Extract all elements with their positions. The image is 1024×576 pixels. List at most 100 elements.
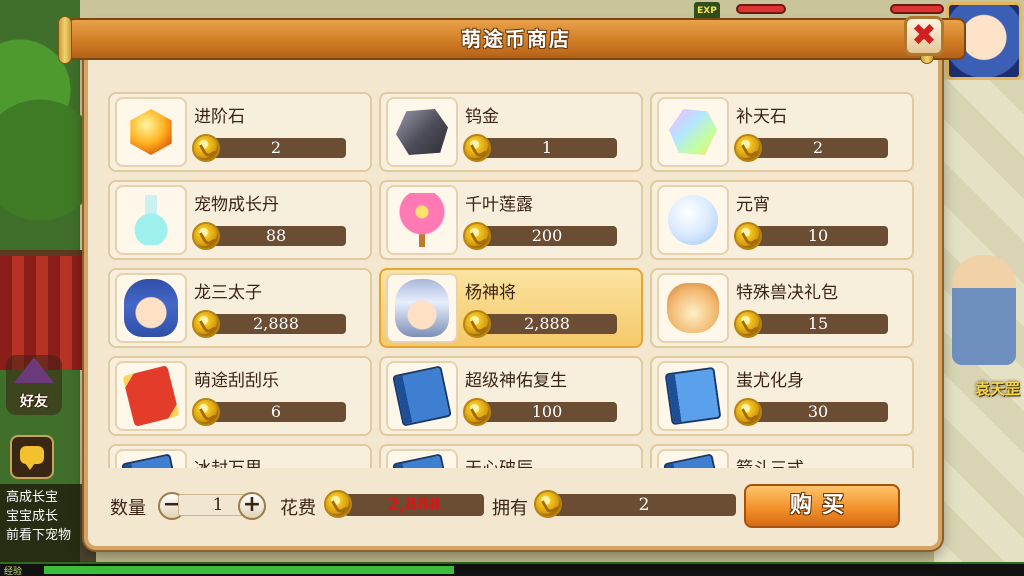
item-icon-frame — [386, 185, 458, 255]
item-price: 2,888 — [253, 314, 299, 333]
item-icon-frame — [386, 361, 458, 431]
item-price: 6 — [270, 402, 282, 421]
item-price: 2 — [270, 138, 282, 157]
buy-button[interactable]: 购买 — [744, 484, 900, 528]
shop-item-card[interactable]: 宠物成长丹 88 — [108, 180, 372, 260]
close-icon: ✖ — [911, 18, 937, 53]
friends-button[interactable]: 好友 — [6, 355, 62, 415]
experience-bar: 经验 — [0, 562, 1024, 576]
shop-item-card[interactable]: 杨神将 2,888 — [379, 268, 643, 348]
shop-item-card[interactable]: 萌途刮刮乐 6 — [108, 356, 372, 436]
item-name: 萌途刮刮乐 — [194, 371, 279, 391]
straw-hat-icon — [14, 357, 54, 383]
coin-icon — [463, 398, 491, 426]
item-icon-frame — [657, 449, 729, 468]
item-price-bar: 200 — [477, 226, 617, 246]
purchase-footer: 数量 − 1 + 花费 2,888 拥有 2 购买 — [108, 478, 922, 530]
shop-item-card[interactable]: 天心破辰 — [379, 444, 643, 468]
item-icon-frame — [657, 273, 729, 343]
chat-line: 高成长宝 — [6, 490, 59, 505]
item-price-bar: 2 — [748, 138, 888, 158]
npc-name-label: 袁天罡 — [974, 380, 1020, 398]
coin-icon — [192, 134, 220, 162]
shop-item-card[interactable]: 龙三太子 2,888 — [108, 268, 372, 348]
rice-ball-icon — [668, 195, 718, 245]
npc-character[interactable] — [952, 255, 1016, 365]
item-icon-frame — [386, 449, 458, 468]
item-name: 龙三太子 — [194, 283, 262, 303]
item-price: 30 — [807, 402, 829, 421]
item-price-bar: 2,888 — [477, 314, 617, 334]
shop-item-card[interactable]: 超级神佑复生 100 — [379, 356, 643, 436]
item-price: 1 — [541, 138, 553, 157]
item-icon-frame — [115, 273, 187, 343]
item-icon-frame — [115, 361, 187, 431]
blue-skill-book-icon — [392, 365, 452, 427]
scratch-ticket-icon — [122, 365, 180, 427]
shop-item-card[interactable]: 钨金 1 — [379, 92, 643, 172]
chat-bubble-icon — [20, 446, 44, 470]
item-icon-frame — [115, 449, 187, 468]
item-price: 88 — [265, 226, 287, 245]
item-price-bar: 15 — [748, 314, 888, 334]
lotus-dew-orb-icon — [399, 193, 445, 247]
shop-item-card[interactable]: 元宵 10 — [650, 180, 914, 260]
coin-icon — [734, 222, 762, 250]
hp-bar — [736, 4, 786, 14]
tungsten-rock-icon — [396, 109, 448, 155]
item-price-bar: 2,888 — [206, 314, 346, 334]
title-bar: 萌途币商店 — [58, 16, 966, 64]
close-button[interactable]: ✖ — [904, 16, 944, 56]
item-name: 超级神佑复生 — [465, 371, 567, 391]
coin-icon — [324, 490, 352, 518]
shop-item-card[interactable]: 特殊兽决礼包 15 — [650, 268, 914, 348]
shop-title: 萌途币商店 — [461, 27, 571, 51]
item-name: 千叶莲露 — [465, 195, 533, 215]
item-name: 天心破辰 — [465, 454, 533, 468]
increase-quantity-button[interactable]: + — [238, 492, 266, 520]
item-name: 特殊兽决礼包 — [736, 283, 838, 303]
item-name: 钨金 — [465, 107, 499, 127]
item-name: 冰封万里 — [194, 454, 262, 468]
item-icon-frame — [115, 185, 187, 255]
chat-button[interactable] — [10, 435, 54, 479]
item-price: 10 — [807, 226, 829, 245]
item-price: 15 — [807, 314, 829, 333]
chat-line: 前看下宠物 — [6, 528, 72, 543]
item-icon-frame — [386, 273, 458, 343]
item-price-bar: 100 — [477, 402, 617, 422]
blue-skill-book-icon — [121, 453, 181, 468]
item-icon-frame — [657, 361, 729, 431]
xp-label: 经验 — [4, 567, 23, 576]
coin-icon — [463, 134, 491, 162]
blue-skill-book-icon — [392, 453, 452, 468]
item-name: 元宵 — [736, 195, 770, 215]
shop-item-card[interactable]: 千叶莲露 200 — [379, 180, 643, 260]
item-icon-frame — [657, 185, 729, 255]
shop-item-card[interactable]: 蚩尤化身 30 — [650, 356, 914, 436]
item-price-bar: 6 — [206, 402, 346, 422]
coin-icon — [734, 398, 762, 426]
item-price-bar: 88 — [206, 226, 346, 246]
cost-label: 花费 — [280, 498, 316, 519]
shop-item-card[interactable]: 冰封万里 — [108, 444, 372, 468]
item-icon-frame — [115, 97, 187, 167]
item-price: 100 — [531, 402, 563, 421]
shop-window: 萌途币商店 ✖ 进阶石 2 钨金 1 补天石 2 宠物成长丹 88 千叶莲露 200 元宵 10 龙三太… — [58, 16, 966, 550]
item-icon-frame — [657, 97, 729, 167]
coin-icon — [534, 490, 562, 518]
owned-label: 拥有 — [492, 498, 528, 519]
orange-gem-icon — [130, 109, 172, 155]
coin-icon — [734, 310, 762, 338]
item-price-bar: 10 — [748, 226, 888, 246]
item-name: 箭斗三式 — [736, 454, 804, 468]
chat-panel[interactable]: 高成长宝 宝宝成长 前看下宠物 — [0, 484, 96, 562]
friends-label: 好友 — [20, 394, 48, 410]
coin-icon — [192, 222, 220, 250]
item-price: 2 — [812, 138, 824, 157]
shop-item-card[interactable]: 箭斗三式 — [650, 444, 914, 468]
item-list[interactable]: 进阶石 2 钨金 1 补天石 2 宠物成长丹 88 千叶莲露 200 元宵 10 龙三太子 2,888 杨神… — [108, 92, 922, 468]
shop-item-card[interactable]: 补天石 2 — [650, 92, 914, 172]
shop-item-card[interactable]: 进阶石 2 — [108, 92, 372, 172]
dragon-prince-portrait-icon — [124, 279, 178, 337]
